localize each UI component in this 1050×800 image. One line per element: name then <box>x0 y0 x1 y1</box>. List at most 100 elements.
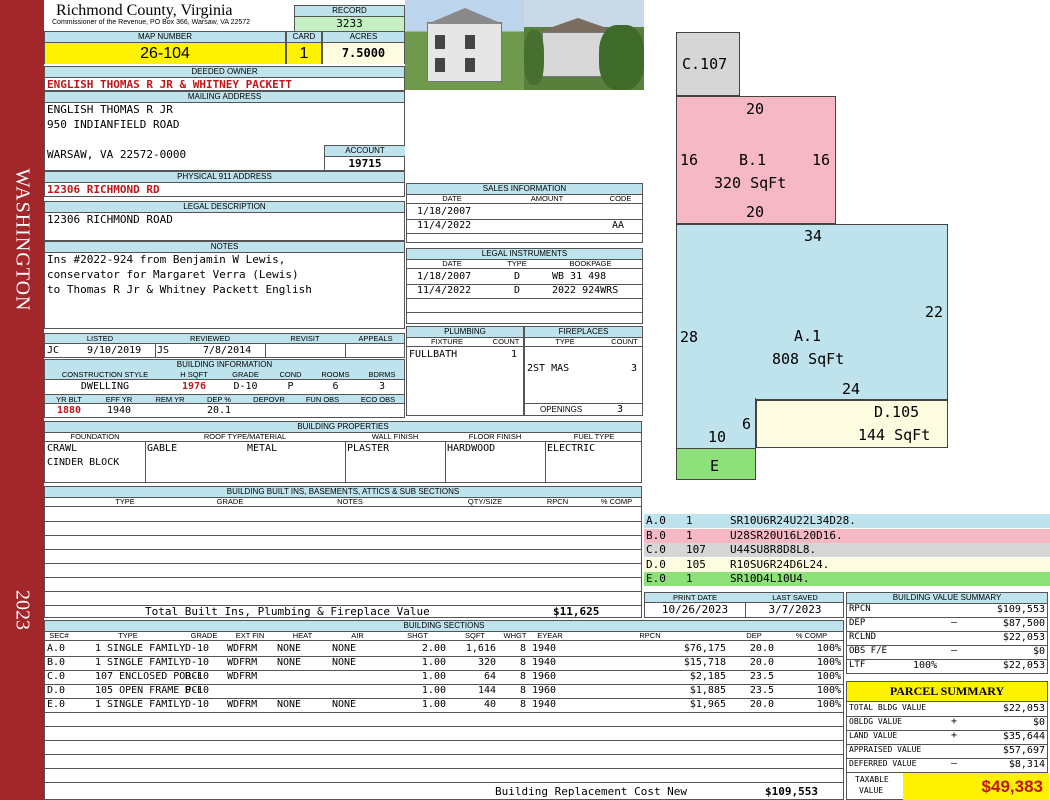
physical-address-box: PHYSICAL 911 ADDRESS 12306 RICHMOND RD <box>44 171 405 197</box>
sales-amount-col: AMOUNT <box>530 194 564 203</box>
deeded-owner-label: DEEDED OWNER <box>45 67 404 78</box>
bvs-rclnd: $22,053 <box>1002 632 1045 643</box>
sales-date-col: DATE <box>442 194 462 203</box>
wall-finish: PLASTER <box>347 443 390 454</box>
parcel-obldg-sign: + <box>951 716 958 727</box>
sketch-legend: A.0 1 SR10U6R24U22L34D28. B.0 1 U28SR20U16L20… <box>644 514 1050 588</box>
bvs-rpcn: $109,553 <box>996 604 1045 615</box>
legend-code: B.0 <box>646 528 666 542</box>
section-col-header: EYEAR <box>537 631 563 640</box>
notes-line-2: conservator for Margaret Verra (Lewis) <box>47 268 299 281</box>
appeals-label: APPEALS <box>358 334 393 343</box>
foundation-2: CINDER BLOCK <box>47 457 120 468</box>
section-cell-sec: B.0 <box>47 657 66 668</box>
building-info-box: BUILDING INFORMATION CONSTRUCTION STYLE … <box>44 359 405 418</box>
construction-style: DWELLING <box>80 381 130 392</box>
parcel-land-sign: + <box>951 730 958 741</box>
prop-foundation-col: FOUNDATION <box>70 432 120 441</box>
fuel-type: ELECTRIC <box>547 443 596 454</box>
inst-book: 2022 924WRS <box>552 285 619 296</box>
dim-b-bottom: 20 <box>746 203 765 221</box>
section-row <box>45 754 843 769</box>
building-sections-box: BUILDING SECTIONS SEC# TYPE GRADE EXT FIN HE… <box>44 620 844 800</box>
bvs-ltf-percent: 100% <box>913 660 938 671</box>
revisit-label: REVISIT <box>290 334 320 343</box>
notes-box: NOTES Ins #2022-924 from Benjamin W Lewi… <box>44 241 405 329</box>
builtins-total-label: Total Built Ins, Plumbing & Fireplace Va… <box>145 605 430 618</box>
section-cell-type: 1 SINGLE FAMILY <box>95 699 186 710</box>
section-cell-comp: 100% <box>816 657 841 668</box>
legend-path: U28SR20U16L20D16. <box>730 528 843 542</box>
notes-line-3: to Thomas R Jr & Whitney Packett English <box>47 283 312 296</box>
sketch-area-a: 808 SqFt <box>772 350 845 368</box>
bedrooms: 3 <box>378 381 386 392</box>
replacement-cost: $109,553 <box>765 785 818 798</box>
acres-label: ACRES <box>323 32 404 43</box>
sketch-area-d: 144 SqFt <box>858 426 931 444</box>
bi-notes-col: NOTES <box>337 497 363 506</box>
instrument-row: 1/18/2007 D WB 31 498 <box>407 270 642 285</box>
listed-by: JC <box>47 345 60 356</box>
section-cell-whgt: 8 <box>519 657 526 668</box>
fireplace-count: 3 <box>631 363 638 374</box>
inst-type: D <box>514 271 521 282</box>
inst-date-col: DATE <box>442 259 462 268</box>
section-cell-heat <box>275 684 328 698</box>
dim-b-top: 20 <box>746 100 765 118</box>
section-row <box>45 768 843 783</box>
card-number: 1 <box>287 43 321 64</box>
account-label: ACCOUNT <box>325 146 405 157</box>
fp-count-col: COUNT <box>611 337 638 346</box>
legend-n: 105 <box>686 557 706 571</box>
dim-a-ten: 10 <box>708 428 727 446</box>
legend-row: B.0 1 U28SR20U16L20D16. <box>644 528 1050 543</box>
parcel-obldg: $0 <box>1032 717 1045 728</box>
parcel-summary: PARCEL SUMMARY TOTAL BLDG VALUE $22,053 … <box>846 681 1049 800</box>
section-cell-heat <box>275 670 328 684</box>
legend-path: R10SU6R24D6L24. <box>730 557 830 571</box>
section-cell-heat: NONE <box>277 643 302 654</box>
parcel-obldg-label: OBLDG VALUE <box>849 717 902 726</box>
section-cell-grade: D-10 <box>185 657 210 668</box>
legend-row: E.0 1 SR10D4L10U4. <box>644 572 1050 586</box>
listing-box: LISTED REVIEWED REVISIT APPEALS JC 9/10/… <box>44 333 405 358</box>
notes-label: NOTES <box>45 242 404 253</box>
section-cell-dep: 23.5 <box>749 671 774 682</box>
section-cell-shgt: 1.00 <box>421 671 446 682</box>
sales-code-col: CODE <box>609 194 632 203</box>
bvs-obs-sign: – <box>951 645 958 656</box>
plumb-count-col: COUNT <box>492 337 520 346</box>
section-cell-ext: WDFRM <box>227 699 258 710</box>
map-number: 26-104 <box>45 43 285 64</box>
legend-code: E.0 <box>646 572 666 585</box>
legend-row: A.0 1 SR10U6R24U22L34D28. <box>644 514 1050 528</box>
house-photo-1 <box>405 0 524 90</box>
section-cell-air <box>330 684 383 698</box>
bvs-dep-label: DEP <box>849 618 866 628</box>
dim-a-top: 34 <box>804 227 823 245</box>
legend-path: SR10U6R24U22L34D28. <box>730 514 856 527</box>
section-cell-comp: 100% <box>816 671 841 682</box>
bvs-ltf-label: LTF <box>849 660 866 670</box>
section-cell-sec: A.0 <box>47 643 66 654</box>
section-cell-ext: WDFRM <box>227 671 258 682</box>
section-col-header: EXT FIN <box>235 631 265 640</box>
bi-col-style: CONSTRUCTION STYLE <box>61 370 149 379</box>
parcel-appraised-label: APPRAISED VALUE <box>849 745 922 754</box>
bvs-dep: $87,500 <box>1002 618 1045 629</box>
prop-wall-col: WALL FINISH <box>371 432 419 441</box>
section-col-header: GRADE <box>190 631 218 640</box>
dim-a-right: 22 <box>925 303 944 321</box>
account-box: ACCOUNT 19715 <box>324 145 405 171</box>
plumb-fixture-col: FIXTURE <box>430 337 464 346</box>
section-cell-sqft: 64 <box>483 671 496 682</box>
section-row: E.0 1 SINGLE FAMILY D-10 WDFRM NONE NONE 1.00 4… <box>45 698 843 713</box>
section-row: C.0 107 ENCLOSED PORCH D-10 WDFRM 1.00 64 8 196… <box>45 670 843 685</box>
section-cell-eyear: 1940 <box>532 699 557 710</box>
card-box: CARD 1 <box>286 31 322 64</box>
bi-col-remyr: REM YR <box>155 395 185 404</box>
section-cell-rpcn: $2,185 <box>689 671 726 682</box>
print-date-box: PRINT DATE LAST SAVED 10/26/2023 3/7/202… <box>644 592 844 618</box>
foundation-1: CRAWL <box>47 443 78 454</box>
legal-description-box: LEGAL DESCRIPTION 12306 RICHMOND ROAD <box>44 201 405 241</box>
